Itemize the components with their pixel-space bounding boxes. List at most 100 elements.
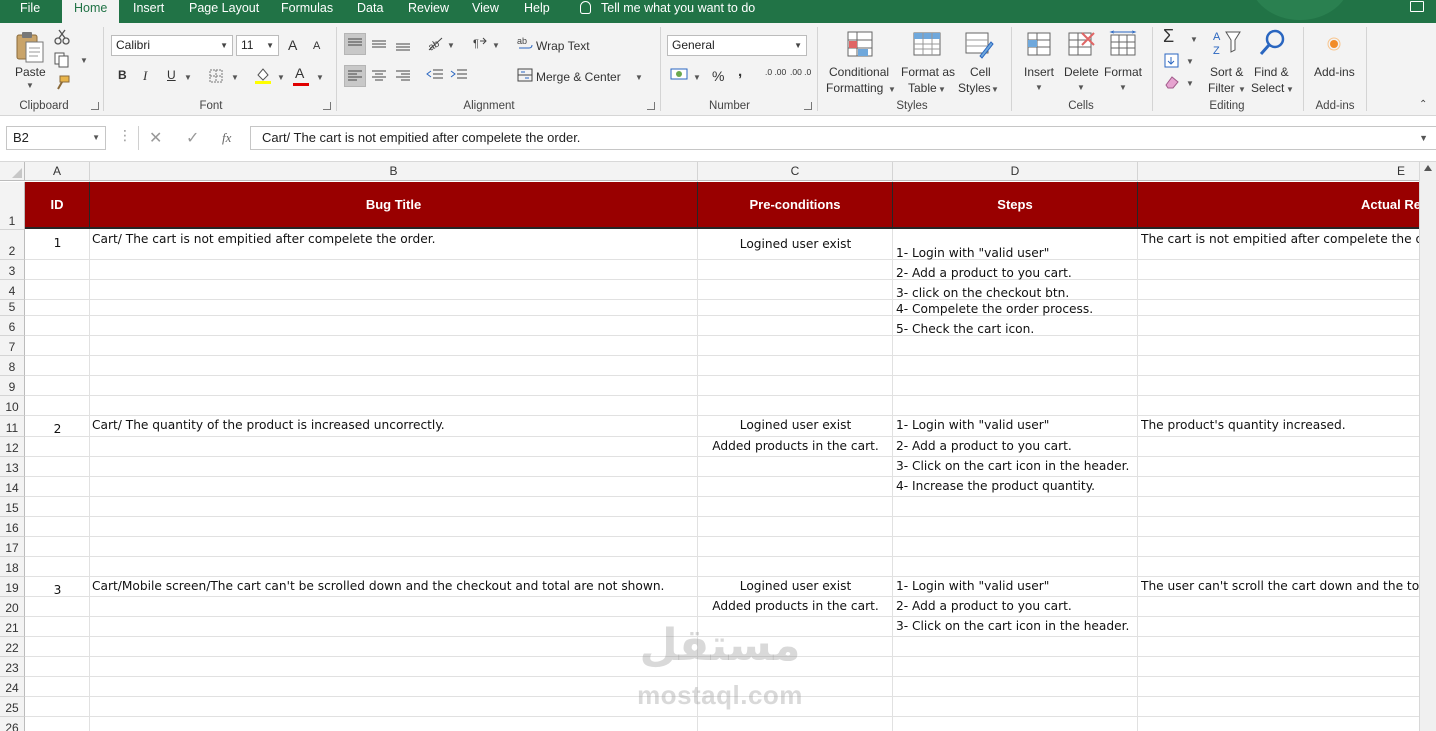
format-cells-icon[interactable] — [1108, 30, 1138, 60]
insert-function-icon[interactable]: fx — [222, 130, 231, 146]
row-header-9[interactable]: 9 — [0, 376, 25, 396]
pre-condition-cell[interactable]: Logined user exist — [698, 418, 893, 432]
row-header-17[interactable]: 17 — [0, 537, 25, 557]
autosum-dropdown-icon[interactable]: ▼ — [1190, 35, 1198, 44]
row-header-5[interactable]: 5 — [0, 300, 25, 316]
step-cell[interactable]: 3- click on the checkout btn. — [896, 286, 1138, 300]
format-table-dropdown-icon[interactable]: ▼ — [938, 85, 946, 94]
find-select-label-1[interactable]: Find & — [1254, 65, 1289, 79]
borders-icon[interactable] — [209, 69, 223, 83]
format-cells-button[interactable]: Format — [1104, 65, 1142, 79]
tab-insert[interactable]: Insert — [133, 0, 164, 23]
delete-cells-button[interactable]: Delete — [1064, 65, 1099, 79]
paste-label[interactable]: Paste — [15, 65, 46, 79]
step-cell[interactable]: 2- Add a product to you cart. — [896, 599, 1138, 613]
paste-icon[interactable] — [14, 31, 46, 63]
cell-styles-icon[interactable] — [964, 30, 994, 60]
bug-id-cell[interactable]: 3 — [25, 583, 90, 597]
format-as-table-label-2[interactable]: Table — [908, 81, 937, 95]
row-header-13[interactable]: 13 — [0, 457, 25, 477]
merge-center-icon[interactable] — [517, 68, 533, 82]
accounting-dropdown-icon[interactable]: ▼ — [693, 73, 701, 82]
format-dropdown-icon[interactable]: ▼ — [1119, 83, 1127, 92]
row-header-11[interactable]: 11 — [0, 416, 25, 437]
actual-result-cell[interactable]: The user can't scroll the cart down and … — [1141, 579, 1419, 593]
header-cell-id[interactable]: ID — [25, 182, 90, 229]
format-as-table-label-1[interactable]: Format as — [901, 65, 955, 79]
expand-formula-icon[interactable]: ▼ — [1419, 127, 1428, 149]
insert-cells-icon[interactable] — [1024, 30, 1054, 60]
paste-dropdown-icon[interactable]: ▼ — [26, 81, 34, 90]
cancel-entry-icon[interactable]: ✕ — [149, 128, 162, 148]
decrease-decimal-button[interactable]: .00 .0 — [790, 68, 812, 77]
conditional-formatting-label-2[interactable]: Formatting — [826, 81, 883, 95]
direction-dropdown-icon[interactable]: ▼ — [492, 41, 500, 50]
row-header-21[interactable]: 21 — [0, 617, 25, 637]
delete-cells-icon[interactable] — [1066, 30, 1096, 60]
bug-title-cell[interactable]: Cart/ The quantity of the product is inc… — [92, 418, 696, 432]
bug-title-cell[interactable]: Cart/Mobile screen/The cart can't be scr… — [92, 579, 696, 593]
autosum-icon[interactable]: Σ — [1163, 26, 1174, 47]
row-header-22[interactable]: 22 — [0, 637, 25, 657]
find-select-label-2[interactable]: Select — [1251, 81, 1284, 95]
row-header-3[interactable]: 3 — [0, 260, 25, 280]
step-cell[interactable]: 1- Login with "valid user" — [896, 579, 1138, 593]
column-header-c[interactable]: C — [698, 162, 893, 181]
row-header-16[interactable]: 16 — [0, 517, 25, 537]
tab-view[interactable]: View — [472, 0, 499, 23]
conditional-formatting-icon[interactable] — [846, 30, 876, 60]
shrink-font-button[interactable]: A — [313, 40, 320, 52]
column-header-b[interactable]: B — [90, 162, 698, 181]
step-cell[interactable]: 4- Increase the product quantity. — [896, 479, 1138, 493]
step-cell[interactable]: 3- Click on the cart icon in the header. — [896, 459, 1138, 473]
scroll-up-icon[interactable] — [1424, 165, 1432, 171]
row-header-2[interactable]: 2 — [0, 230, 25, 260]
bottom-align-icon[interactable] — [395, 37, 411, 51]
tab-formulas[interactable]: Formulas — [281, 0, 333, 23]
bug-title-cell[interactable]: Cart/ The cart is not empitied after com… — [92, 232, 696, 246]
font-size-combo[interactable]: 11 ▼ — [236, 35, 279, 56]
accounting-format-icon[interactable] — [670, 68, 690, 82]
tab-data[interactable]: Data — [357, 0, 383, 23]
grow-font-button[interactable]: A — [288, 37, 297, 53]
tab-review[interactable]: Review — [408, 0, 449, 23]
bug-id-cell[interactable]: 2 — [25, 422, 90, 436]
tab-file[interactable]: File — [20, 0, 40, 23]
conditional-dropdown-icon[interactable]: ▼ — [888, 85, 896, 94]
comma-style-button[interactable]: , — [738, 63, 742, 80]
row-header-25[interactable]: 25 — [0, 697, 25, 717]
row-header-20[interactable]: 20 — [0, 597, 25, 617]
clipboard-launcher-icon[interactable] — [91, 102, 99, 110]
font-name-combo[interactable]: Calibri ▼ — [111, 35, 233, 56]
row-header-7[interactable]: 7 — [0, 336, 25, 356]
sort-dropdown-icon[interactable]: ▼ — [1238, 85, 1246, 94]
sort-filter-icon[interactable]: AZ — [1212, 28, 1244, 60]
row-header-15[interactable]: 15 — [0, 497, 25, 517]
insert-cells-button[interactable]: Insert — [1024, 65, 1054, 79]
format-as-table-icon[interactable] — [912, 30, 942, 60]
italic-button[interactable]: I — [143, 68, 147, 84]
increase-indent-icon[interactable] — [450, 69, 468, 81]
bold-button[interactable]: B — [118, 68, 127, 82]
fill-icon[interactable] — [1164, 53, 1180, 69]
add-ins-icon[interactable] — [1326, 36, 1342, 52]
header-cell-actual-result[interactable]: Actual Re — [1138, 182, 1419, 229]
header-cell-bug-title[interactable]: Bug Title — [90, 182, 698, 229]
insert-dropdown-icon[interactable]: ▼ — [1035, 83, 1043, 92]
row-header-4[interactable]: 4 — [0, 280, 25, 300]
delete-dropdown-icon[interactable]: ▼ — [1077, 83, 1085, 92]
comments-icon[interactable] — [1410, 1, 1424, 12]
borders-dropdown-icon[interactable]: ▼ — [231, 73, 239, 82]
step-cell[interactable]: 3- Click on the cart icon in the header. — [896, 619, 1138, 633]
tab-help[interactable]: Help — [524, 0, 550, 23]
column-header-d[interactable]: D — [893, 162, 1138, 181]
clear-icon[interactable] — [1164, 75, 1180, 89]
underline-button[interactable]: U — [167, 68, 176, 82]
alignment-launcher-icon[interactable] — [647, 102, 655, 110]
row-header-6[interactable]: 6 — [0, 316, 25, 336]
find-dropdown-icon[interactable]: ▼ — [1286, 85, 1294, 94]
middle-align-icon[interactable] — [371, 37, 387, 51]
step-cell[interactable]: 1- Login with "valid user" — [896, 418, 1138, 432]
font-launcher-icon[interactable] — [323, 102, 331, 110]
select-all-button[interactable] — [0, 162, 25, 181]
